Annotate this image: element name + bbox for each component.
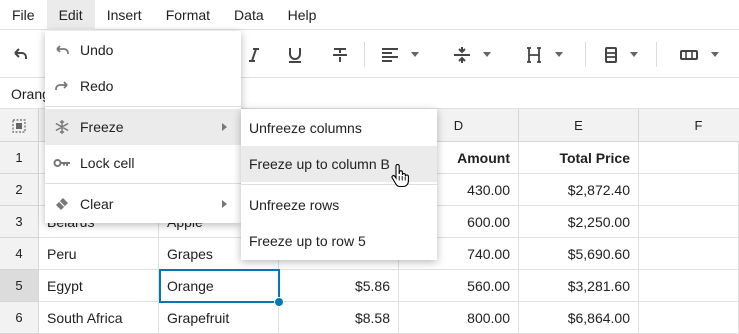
menu-data[interactable]: Data — [222, 0, 276, 30]
menubar: File Edit Insert Format Data Help — [0, 0, 739, 30]
select-all-icon[interactable] — [0, 109, 39, 142]
column-header-e[interactable]: E — [519, 109, 639, 142]
submenu-arrow-icon — [222, 123, 227, 131]
align-left-icon[interactable] — [377, 31, 423, 78]
snowflake-icon — [52, 117, 72, 137]
cell-a6[interactable]: South Africa — [39, 302, 159, 334]
menu-item-redo[interactable]: Redo — [45, 68, 241, 104]
menu-item-label: Lock cell — [80, 155, 135, 171]
menu-item-clear[interactable]: Clear — [45, 186, 241, 222]
eraser-icon — [52, 194, 72, 214]
menu-edit[interactable]: Edit — [46, 0, 95, 30]
undo-icon — [52, 40, 72, 60]
cell-f4[interactable] — [639, 238, 739, 270]
row-header-4[interactable]: 4 — [0, 238, 39, 270]
underline-icon[interactable] — [284, 31, 306, 78]
menu-format[interactable]: Format — [154, 0, 222, 30]
row-header-1[interactable]: 1 — [0, 142, 39, 174]
cell-e5[interactable]: $3,281.60 — [519, 270, 639, 302]
cell-e2[interactable]: $2,872.40 — [519, 174, 639, 206]
menu-help[interactable]: Help — [276, 0, 329, 30]
cell-f6[interactable] — [639, 302, 739, 334]
cell-d5[interactable]: 560.00 — [399, 270, 519, 302]
fill-handle[interactable] — [274, 297, 284, 307]
cell-e6[interactable]: $6,864.00 — [519, 302, 639, 334]
cell-f2[interactable] — [639, 174, 739, 206]
menu-item-freeze-up-to-row-5[interactable]: Freeze up to row 5 — [241, 223, 437, 259]
merge-icon[interactable] — [676, 31, 722, 78]
cell-e4[interactable]: $5,690.60 — [519, 238, 639, 270]
column-header-f[interactable]: F — [639, 109, 739, 142]
menu-item-label: Freeze — [80, 119, 124, 135]
hand-pointer-icon — [391, 163, 409, 191]
cell-b5[interactable]: Orange — [159, 270, 279, 302]
cell-e3[interactable]: $2,250.00 — [519, 206, 639, 238]
toolbar-divider — [364, 42, 365, 67]
cell-f3[interactable] — [639, 206, 739, 238]
row-header-2[interactable]: 2 — [0, 174, 39, 206]
row-header-3[interactable]: 3 — [0, 206, 39, 238]
menu-insert[interactable]: Insert — [95, 0, 154, 30]
row-header-5[interactable]: 5 — [0, 270, 39, 302]
cell-f5[interactable] — [639, 270, 739, 302]
menu-divider — [45, 106, 241, 107]
vertical-align-icon[interactable] — [449, 31, 495, 78]
redo-icon — [52, 76, 72, 96]
key-icon — [52, 153, 72, 173]
row-header-6[interactable]: 6 — [0, 302, 39, 334]
undo-icon[interactable] — [6, 31, 34, 78]
italic-icon[interactable] — [244, 31, 264, 78]
cell-d6[interactable]: 800.00 — [399, 302, 519, 334]
menu-item-unfreeze-columns[interactable]: Unfreeze columns — [241, 110, 437, 146]
submenu-arrow-icon — [222, 200, 227, 208]
menu-item-lock-cell[interactable]: Lock cell — [45, 145, 241, 181]
cell-e1[interactable]: Total Price — [519, 142, 639, 174]
cell-c5[interactable]: $5.86 — [279, 270, 399, 302]
menu-item-unfreeze-rows[interactable]: Unfreeze rows — [241, 187, 437, 223]
cell-a4[interactable]: Peru — [39, 238, 159, 270]
toolbar-divider — [585, 42, 586, 67]
menu-item-label: Clear — [80, 196, 114, 212]
menu-file[interactable]: File — [0, 0, 47, 30]
edit-menu: Undo Redo Freeze Lock cell Clear — [45, 31, 241, 223]
cell-c6[interactable]: $8.58 — [279, 302, 399, 334]
menu-item-label: Redo — [80, 78, 114, 94]
menu-divider — [45, 183, 241, 184]
cell-b6[interactable]: Grapefruit — [159, 302, 279, 334]
menu-item-label: Undo — [80, 42, 114, 58]
toolbar-divider — [656, 42, 657, 67]
cell-f1[interactable] — [639, 142, 739, 174]
menu-item-undo[interactable]: Undo — [45, 32, 241, 68]
column-width-icon[interactable] — [598, 31, 644, 78]
menu-item-freeze[interactable]: Freeze — [45, 109, 241, 145]
strikethrough-icon[interactable] — [329, 31, 351, 78]
cell-a5[interactable]: Egypt — [39, 270, 159, 302]
text-height-icon[interactable] — [521, 31, 567, 78]
